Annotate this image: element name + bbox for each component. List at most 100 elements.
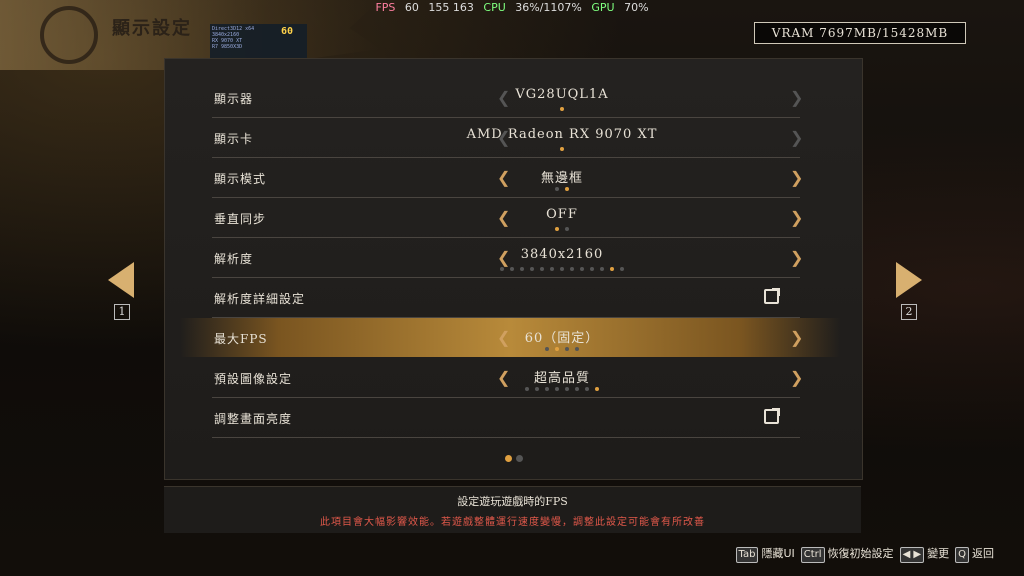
hint-label: 恢復初始設定	[827, 547, 894, 560]
page-dot	[516, 455, 523, 462]
prev-tab-arrow-icon[interactable]	[108, 262, 134, 298]
external-link-icon[interactable]	[764, 288, 780, 304]
option-dot	[550, 267, 554, 271]
setting-value: 60（固定）	[524, 331, 600, 346]
setting-row-brightness[interactable]: 調整畫面亮度	[212, 398, 800, 438]
option-dot	[545, 387, 549, 391]
arrow-right-icon[interactable]: ❯	[790, 248, 803, 267]
option-dots	[432, 147, 692, 151]
description-warning: 此項目會大幅影響效能。若遊戲整體運行速度變慢，調整此設定可能會有所改善	[320, 517, 705, 528]
prev-tab-key: 1	[114, 304, 130, 320]
fps-value: 60	[404, 1, 419, 14]
setting-label: 垂直同步	[214, 212, 267, 226]
setting-row-preset[interactable]: 預設圖像設定 ❮ 超高品質 ❯	[212, 358, 803, 398]
hint-label: 隱藏UI	[761, 547, 795, 560]
cpu-label: CPU	[483, 1, 506, 14]
option-dot	[610, 267, 614, 271]
hint-0: Tab 隱藏UI	[735, 547, 795, 563]
option-dots	[432, 107, 692, 111]
option-dot	[565, 347, 569, 351]
setting-label: 預設圖像設定	[214, 372, 293, 386]
option-dots	[432, 187, 692, 191]
setting-value: 無邊框	[540, 171, 583, 186]
option-dot	[540, 267, 544, 271]
option-dots	[432, 267, 692, 271]
hint-2: ◀ ▶ 變更	[899, 547, 950, 563]
setting-label: 顯示卡	[214, 132, 254, 146]
page-dot-active	[505, 455, 512, 462]
setting-label: 顯示模式	[214, 172, 267, 186]
osd-fps: 60	[280, 26, 293, 37]
hint-label: 返回	[972, 547, 994, 560]
key-cap: ◀ ▶	[899, 547, 925, 563]
external-link-icon[interactable]	[764, 408, 780, 424]
option-dot	[555, 347, 559, 351]
osd-cpu-name: R7 9850X3D	[212, 44, 243, 50]
arrow-right-icon[interactable]: ❯	[790, 368, 803, 387]
option-dot	[565, 187, 569, 191]
performance-overlay: FPS 60 155 163 CPU 36%/1107% GPU 70%	[0, 0, 1024, 16]
setting-value: 3840x2160	[520, 247, 604, 262]
option-dot	[575, 347, 579, 351]
option-dot	[585, 387, 589, 391]
setting-value: AMD Radeon RX 9070 XT	[466, 127, 658, 142]
gpu-label: GPU	[591, 1, 615, 14]
arrow-right-icon[interactable]: ❯	[790, 88, 803, 107]
option-dot	[560, 267, 564, 271]
setting-value: 超高品質	[533, 371, 590, 386]
key-hints: Tab 隱藏UI Ctrl 恢復初始設定 ◀ ▶ 變更 Q 返回	[730, 545, 994, 563]
setting-row-monitor[interactable]: 顯示器 ❮ VG28UQL1A ❯	[212, 78, 803, 118]
setting-row-gpu[interactable]: 顯示卡 ❮ AMD Radeon RX 9070 XT ❯	[212, 118, 803, 158]
option-dot	[545, 347, 549, 351]
description-title: 設定遊玩遊戲時的FPS	[457, 495, 568, 508]
key-cap: Q	[955, 547, 969, 563]
setting-row-vsync[interactable]: 垂直同步 ❮ OFF ❯	[212, 198, 803, 238]
option-dot	[555, 387, 559, 391]
next-tab-arrow-icon[interactable]	[896, 262, 922, 298]
option-dot	[530, 267, 534, 271]
hint-1: Ctrl 恢復初始設定	[800, 547, 894, 563]
arrow-right-icon[interactable]: ❯	[790, 208, 803, 227]
option-dot	[555, 187, 559, 191]
option-dots	[432, 347, 692, 351]
option-dot	[595, 387, 599, 391]
key-cap: Tab	[735, 547, 759, 563]
setting-value: OFF	[546, 207, 578, 222]
key-cap: Ctrl	[800, 547, 825, 563]
hint-3: Q 返回	[955, 547, 994, 563]
arrow-right-icon[interactable]: ❯	[790, 168, 803, 187]
setting-row-resolution-detail[interactable]: 解析度詳細設定	[212, 278, 800, 318]
option-dot	[510, 267, 514, 271]
option-dot	[560, 107, 564, 111]
arrow-right-icon[interactable]: ❯	[790, 128, 803, 147]
setting-label: 解析度	[214, 252, 254, 266]
option-dot	[565, 387, 569, 391]
cpu-value: 36%/1107%	[515, 1, 582, 14]
frame-values: 155 163	[428, 1, 474, 14]
vram-indicator: VRAM 7697MB/15428MB	[754, 22, 966, 44]
setting-label: 調整畫面亮度	[214, 412, 293, 426]
option-dot	[555, 227, 559, 231]
option-dots	[432, 227, 692, 231]
option-dot	[525, 387, 529, 391]
setting-label: 顯示器	[214, 92, 254, 106]
setting-row-display-mode[interactable]: 顯示模式 ❮ 無邊框 ❯	[212, 158, 803, 198]
setting-row-max-fps[interactable]: 最大FPS ❮ 60（固定） ❯	[180, 318, 840, 357]
arrow-right-icon[interactable]: ❯	[790, 328, 803, 347]
option-dot	[570, 267, 574, 271]
setting-label: 解析度詳細設定	[214, 292, 306, 306]
page-title: 顯示設定	[112, 18, 192, 39]
option-dot	[575, 387, 579, 391]
gpu-value: 70%	[624, 1, 649, 14]
option-dot	[500, 267, 504, 271]
option-dot	[560, 147, 564, 151]
hint-label: 變更	[927, 547, 950, 560]
setting-value: VG28UQL1A	[515, 87, 609, 102]
next-tab-key: 2	[901, 304, 917, 320]
option-dot	[520, 267, 524, 271]
fps-label: FPS	[375, 1, 396, 14]
setting-row-resolution[interactable]: 解析度 ❮ 3840x2160 ❯	[212, 238, 803, 278]
setting-label: 最大FPS	[214, 332, 268, 346]
page-indicator	[503, 455, 525, 462]
option-dot	[600, 267, 604, 271]
